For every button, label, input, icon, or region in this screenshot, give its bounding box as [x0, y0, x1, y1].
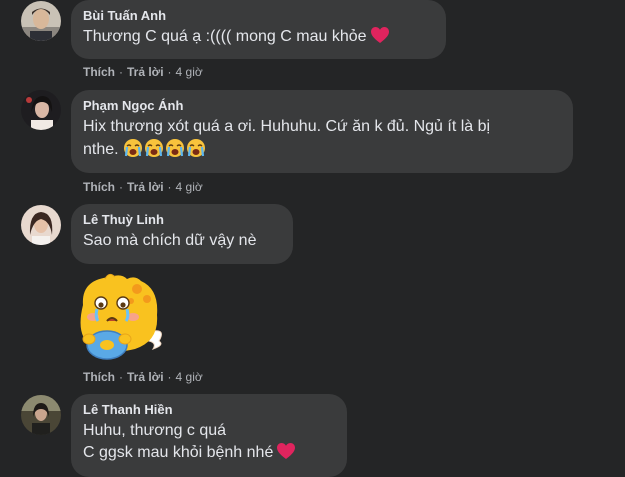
comment-text: Hix thương xót quá a ơi. Huhuhu. Cứ ăn k…: [83, 116, 561, 161]
like-link[interactable]: Thích: [83, 370, 115, 384]
comment-author[interactable]: Bùi Tuấn Anh: [83, 8, 434, 24]
avatar-photo: [21, 395, 61, 435]
timestamp-link[interactable]: 4 giờ: [176, 370, 203, 384]
like-link[interactable]: Thích: [83, 180, 115, 194]
comment-actions: Thích · Trả lời · 4 giờ: [83, 369, 203, 385]
separator-dot: ·: [119, 180, 123, 194]
comment-text: Huhu, thương c quá C ggsk mau khỏi bệnh n…: [83, 420, 335, 467]
crying-face-icon: [144, 139, 163, 157]
crying-emoji-group: [123, 138, 206, 158]
red-heart-icon: [277, 443, 296, 467]
comment-bubble: Lê Thuỳ Linh Sao mà chích dữ vậy nè: [71, 204, 293, 264]
avatar-photo: [21, 205, 61, 245]
comment-text-line: Huhu, thương c quá: [83, 422, 227, 439]
comment-actions: Thích · Trả lời · 4 giờ: [83, 64, 203, 80]
avatar-photo: [21, 90, 61, 130]
separator-dot: ·: [167, 370, 172, 384]
comment-bubble: Lê Thanh Hiền Huhu, thương c quá C ggsk m…: [71, 394, 347, 477]
like-link[interactable]: Thích: [83, 65, 115, 79]
comment-author[interactable]: Lê Thuỳ Linh: [83, 212, 281, 228]
comment-text-line: Hix thương xót quá a ơi. Huhuhu. Cứ ăn k…: [83, 118, 491, 135]
separator-dot: ·: [119, 370, 123, 384]
comment-author[interactable]: Lê Thanh Hiền: [83, 402, 335, 418]
comment-bubble: Phạm Ngọc Ánh Hix thương xót quá a ơi. H…: [71, 90, 573, 173]
comment-bubble: Bùi Tuấn Anh Thương C quá ạ :(((( mong C…: [71, 0, 446, 59]
separator-dot: ·: [119, 65, 123, 79]
separator-dot: ·: [167, 65, 172, 79]
timestamp-link[interactable]: 4 giờ: [176, 65, 203, 79]
crying-face-icon: [186, 139, 205, 157]
comment-text-line: Thương C quá ạ :(((( mong C mau khỏe: [83, 28, 367, 45]
comment-text-line: C ggsk mau khỏi bệnh nhé: [83, 444, 274, 461]
reply-link[interactable]: Trả lời: [127, 370, 164, 384]
avatar[interactable]: [21, 1, 61, 41]
avatar[interactable]: [21, 205, 61, 245]
crying-face-icon: [165, 139, 184, 157]
reply-link[interactable]: Trả lời: [127, 180, 164, 194]
comment-thread: Bùi Tuấn Anh Thương C quá ạ :(((( mong C…: [0, 0, 625, 477]
comment-author[interactable]: Phạm Ngọc Ánh: [83, 98, 561, 114]
crying-yellow-creature-sticker[interactable]: [71, 271, 167, 365]
reply-link[interactable]: Trả lời: [127, 65, 164, 79]
red-heart-icon: [370, 27, 389, 51]
comment-text-line: nthe.: [83, 141, 119, 158]
avatar[interactable]: [21, 395, 61, 435]
separator-dot: ·: [167, 180, 172, 194]
timestamp-link[interactable]: 4 giờ: [176, 180, 203, 194]
comment-text: Thương C quá ạ :(((( mong C mau khỏe: [83, 26, 434, 51]
avatar-photo: [21, 1, 61, 41]
comment-actions: Thích · Trả lời · 4 giờ: [83, 179, 203, 195]
avatar[interactable]: [21, 90, 61, 130]
crying-face-icon: [123, 139, 142, 157]
comment-text: Sao mà chích dữ vậy nè: [83, 232, 257, 249]
